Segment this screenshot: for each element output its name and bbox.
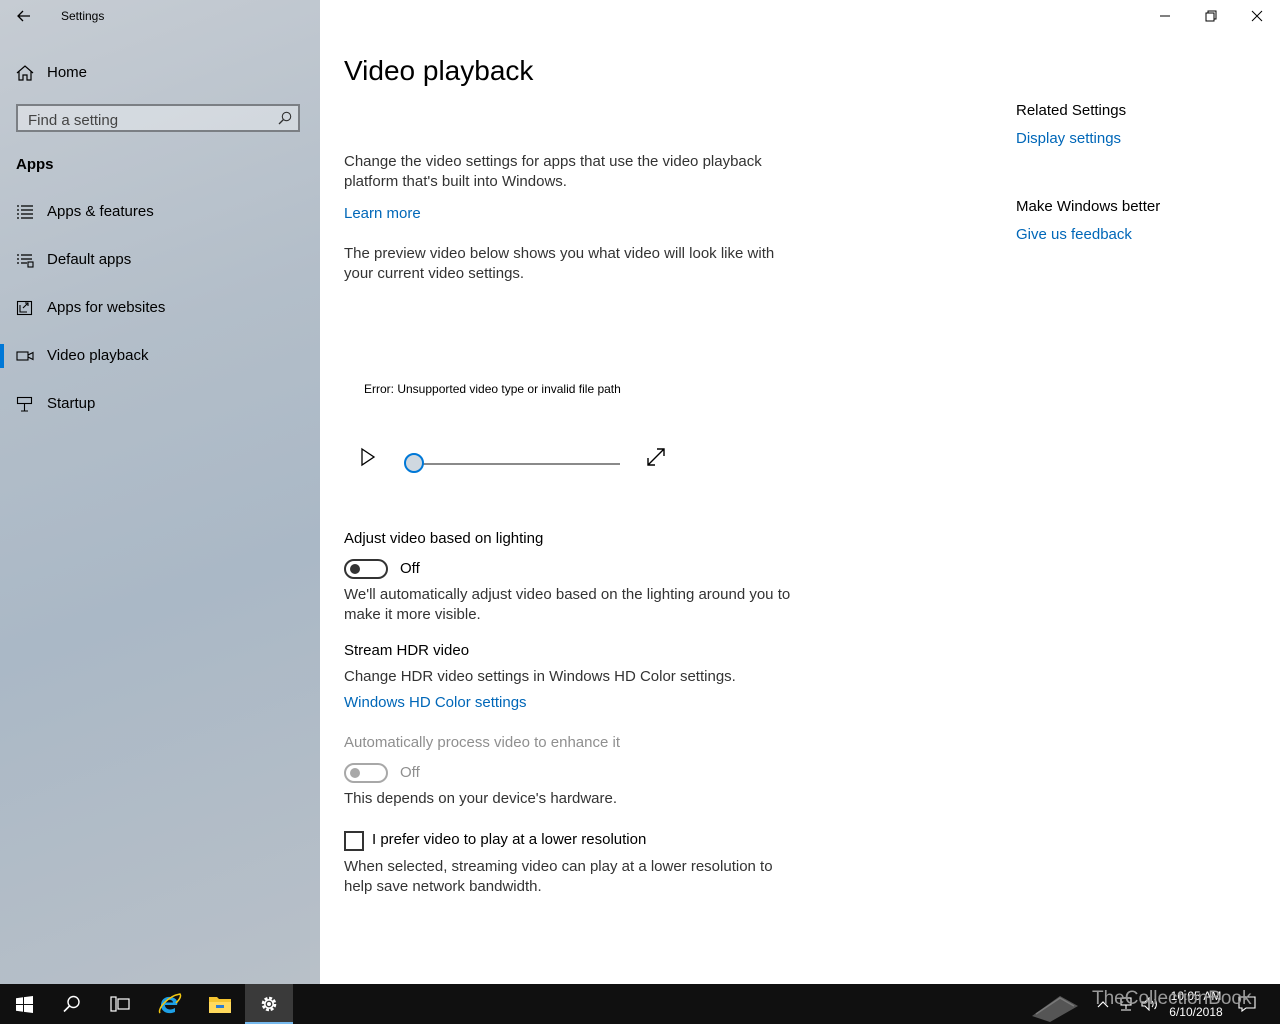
sidebar-item-label: Apps & features xyxy=(47,203,154,220)
lower-resolution-description: When selected, streaming video can play … xyxy=(344,858,773,895)
related-settings-heading: Related Settings xyxy=(1016,102,1127,119)
lighting-heading: Adjust video based on lighting xyxy=(344,530,544,547)
internet-explorer-icon xyxy=(158,993,182,1014)
sidebar-item-apps-features[interactable]: Apps & features xyxy=(0,192,320,232)
video-camera-icon xyxy=(16,351,34,361)
home-label: Home xyxy=(47,64,88,81)
seek-thumb[interactable] xyxy=(404,453,424,473)
lighting-description: We'll automatically adjust video based o… xyxy=(344,586,791,623)
settings-taskbar-button[interactable] xyxy=(245,984,293,1024)
enhance-toggle xyxy=(344,763,388,783)
hdr-description: Change HDR video settings in Windows HD … xyxy=(344,668,736,685)
lighting-toggle-state: Off xyxy=(400,560,420,577)
sidebar-item-video-playback[interactable]: Video playback xyxy=(0,336,320,376)
default-apps-icon xyxy=(17,254,34,268)
task-view-icon xyxy=(110,996,130,1012)
windows-logo-icon xyxy=(15,995,33,1013)
learn-more-link[interactable]: Learn more xyxy=(344,205,421,222)
preview-description: The preview video below shows you what v… xyxy=(344,245,775,282)
seek-bar[interactable] xyxy=(416,463,620,465)
minimize-button[interactable] xyxy=(1142,0,1188,32)
restore-icon xyxy=(1205,10,1217,22)
sidebar-item-default-apps[interactable]: Default apps xyxy=(0,240,320,280)
search-box[interactable] xyxy=(16,104,300,132)
enhance-heading: Automatically process video to enhance i… xyxy=(344,734,620,751)
sidebar-item-startup[interactable]: Startup xyxy=(0,384,320,424)
toggle-knob xyxy=(350,768,360,778)
watermark-text: TheCollectionBook xyxy=(1092,988,1252,1009)
make-windows-better-heading: Make Windows better xyxy=(1016,198,1161,215)
list-icon xyxy=(17,205,33,219)
play-icon[interactable] xyxy=(358,446,378,468)
sidebar-item-label: Apps for websites xyxy=(47,299,166,316)
sidebar-item-label: Default apps xyxy=(47,251,132,268)
section-header-apps: Apps xyxy=(16,156,54,173)
enhance-description: This depends on your device's hardware. xyxy=(344,790,618,807)
close-button[interactable] xyxy=(1234,0,1280,32)
sidebar: Settings Home Apps Apps & features Defau… xyxy=(0,0,320,984)
enhance-toggle-state: Off xyxy=(400,764,420,781)
lighting-toggle[interactable] xyxy=(344,559,388,579)
search-input[interactable] xyxy=(26,109,270,131)
folder-icon xyxy=(209,997,231,1013)
search-icon[interactable] xyxy=(278,111,292,125)
video-player-controls xyxy=(344,440,684,480)
home-nav-item[interactable]: Home xyxy=(0,56,320,90)
internet-explorer-button[interactable] xyxy=(146,984,194,1024)
search-taskbar-button[interactable] xyxy=(48,984,96,1024)
page-title: Video playback xyxy=(344,55,534,86)
search-icon xyxy=(63,995,80,1013)
lower-resolution-label[interactable]: I prefer video to play at a lower resolu… xyxy=(372,831,646,848)
home-icon xyxy=(16,65,34,81)
back-button[interactable] xyxy=(8,0,40,32)
sidebar-item-label: Startup xyxy=(47,395,96,412)
lower-resolution-checkbox[interactable] xyxy=(344,831,364,851)
back-arrow-icon xyxy=(17,10,30,22)
app-title: Settings xyxy=(61,9,105,23)
video-error-message: Error: Unsupported video type or invalid… xyxy=(364,382,621,396)
sidebar-item-apps-for-websites[interactable]: Apps for websites xyxy=(0,288,320,328)
start-button[interactable] xyxy=(0,984,48,1024)
intro-text: Change the video settings for apps that … xyxy=(344,153,762,190)
task-view-button[interactable] xyxy=(96,984,144,1024)
sidebar-item-label: Video playback xyxy=(47,347,149,364)
title-bar: Settings xyxy=(0,0,320,32)
close-icon xyxy=(1251,10,1263,22)
give-feedback-link[interactable]: Give us feedback xyxy=(1016,226,1132,243)
file-explorer-button[interactable] xyxy=(196,984,244,1024)
gear-icon xyxy=(261,996,277,1012)
hdr-heading: Stream HDR video xyxy=(344,642,470,659)
hd-color-settings-link[interactable]: Windows HD Color settings xyxy=(344,694,527,711)
apps-for-websites-icon xyxy=(16,300,33,316)
display-settings-link[interactable]: Display settings xyxy=(1016,130,1121,147)
minimize-icon xyxy=(1160,15,1170,17)
startup-icon xyxy=(16,396,33,412)
fullscreen-icon[interactable] xyxy=(645,446,667,468)
restore-button[interactable] xyxy=(1188,0,1234,32)
toggle-knob xyxy=(350,564,360,574)
